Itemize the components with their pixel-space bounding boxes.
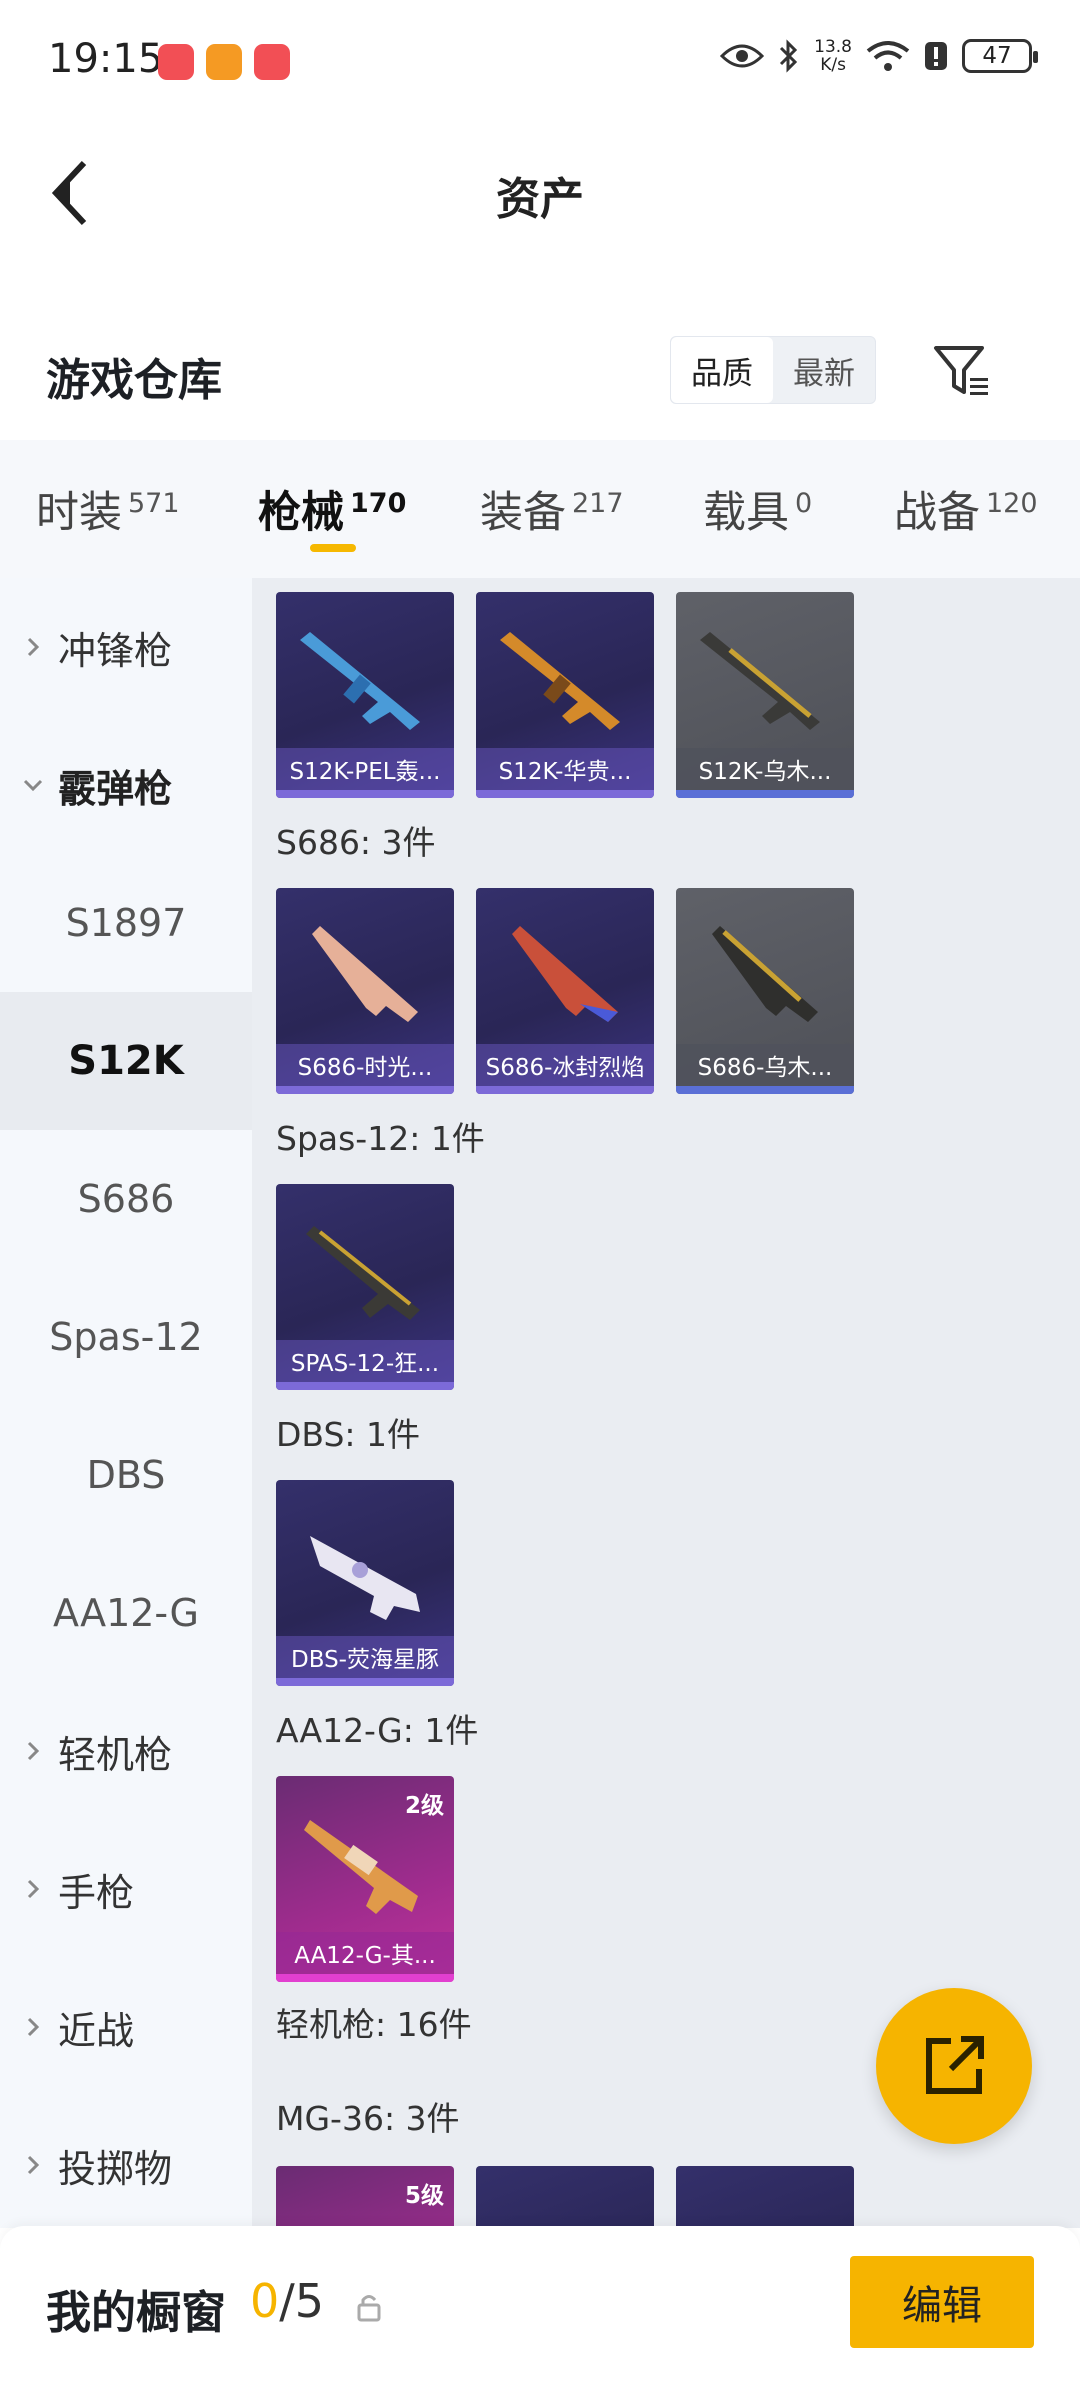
share-icon bbox=[926, 2036, 984, 2094]
sidebar-item-melee[interactable]: 近战 bbox=[0, 1958, 252, 2096]
skin-card[interactable]: 2级 AA12-G-其... bbox=[276, 1776, 454, 1982]
rarity-strip bbox=[476, 1086, 654, 1094]
alert-icon bbox=[925, 42, 947, 70]
chevron-right-icon bbox=[27, 1879, 40, 1899]
skin-card[interactable] bbox=[476, 2166, 654, 2228]
section-header: S686: 3件 bbox=[276, 823, 436, 862]
rarity-strip bbox=[276, 1086, 454, 1094]
skin-card[interactable]: SPAS-12-狂... bbox=[276, 1184, 454, 1390]
chevron-down-icon bbox=[23, 779, 43, 792]
rarity-strip bbox=[476, 790, 654, 798]
tab-supplies[interactable]: 战备 120 bbox=[894, 478, 1038, 540]
chevron-right-icon bbox=[27, 2155, 40, 2175]
rarity-strip bbox=[676, 1086, 854, 1094]
page-title: 资产 bbox=[496, 174, 584, 225]
skin-card[interactable]: 5级 bbox=[276, 2166, 454, 2228]
rifle-icon bbox=[700, 632, 820, 730]
warehouse-header: 游戏仓库 品质 最新 bbox=[0, 320, 1080, 440]
section-header: DBS: 1件 bbox=[276, 1415, 421, 1454]
section-header: MG-36: 3件 bbox=[276, 2099, 460, 2138]
edit-button[interactable]: 编辑 bbox=[850, 2256, 1034, 2348]
chevron-right-icon bbox=[27, 1741, 40, 1761]
game-notification-icon bbox=[206, 44, 242, 80]
skin-card[interactable]: S686-冰封烈焰 bbox=[476, 888, 654, 1094]
chevron-right-icon bbox=[27, 637, 40, 657]
sidebar-item-s12k[interactable]: S12K bbox=[0, 992, 252, 1130]
showcase-title: 我的橱窗 bbox=[46, 2286, 227, 2339]
showcase-count: 0/5 bbox=[250, 2274, 325, 2328]
status-time: 19:15 bbox=[48, 36, 164, 82]
category-tabs: 时装 571 枪械 170 装备 217 载具 0 战备 120 bbox=[0, 440, 1080, 578]
shotgun-icon bbox=[312, 926, 418, 1022]
weapon-skin-list: S12K-PEL轰... S12K-华贵... S12K-乌木... S686:… bbox=[252, 578, 1080, 2228]
tab-equipment[interactable]: 装备 217 bbox=[480, 478, 624, 540]
sidebar-item-spas12[interactable]: Spas-12 bbox=[0, 1268, 252, 1406]
section-header: AA12-G: 1件 bbox=[276, 1711, 479, 1750]
status-bar: 19:15 13.8 K/s 47 bbox=[0, 0, 1080, 125]
shotgun-icon bbox=[712, 926, 818, 1022]
rarity-strip bbox=[676, 790, 854, 798]
sort-quality-button[interactable]: 品质 bbox=[671, 337, 773, 403]
eye-icon bbox=[720, 44, 765, 68]
chevron-right-icon bbox=[27, 2017, 40, 2037]
battery-indicator: 47 bbox=[962, 39, 1038, 73]
weapon-category-sidebar: 冲锋枪 霰弹枪 S1897 S12K S686 Spas-12 DBS AA12… bbox=[0, 578, 252, 2228]
bluetooth-icon bbox=[780, 39, 798, 73]
skin-card[interactable]: S12K-乌木... bbox=[676, 592, 854, 798]
app-header: 资产 bbox=[0, 125, 1080, 255]
shotgun-icon bbox=[304, 1820, 418, 1914]
rarity-strip bbox=[276, 1974, 454, 1982]
showcase-bar: 我的橱窗 0/5 编辑 bbox=[0, 2226, 1080, 2382]
shotgun-icon bbox=[512, 926, 618, 1022]
sidebar-item-s686[interactable]: S686 bbox=[0, 1130, 252, 1268]
app-notification-icon bbox=[158, 44, 194, 80]
tab-firearms[interactable]: 枪械 170 bbox=[258, 478, 406, 540]
sort-newest-button[interactable]: 最新 bbox=[773, 337, 875, 403]
status-right: 13.8 K/s 47 bbox=[720, 37, 1038, 75]
wifi-icon bbox=[866, 41, 910, 71]
active-tab-indicator bbox=[310, 544, 356, 552]
sidebar-item-shotgun[interactable]: 霰弹枪 bbox=[0, 716, 252, 854]
skin-card[interactable]: S686-乌木... bbox=[676, 888, 854, 1094]
skin-card[interactable] bbox=[676, 2166, 854, 2228]
rarity-strip bbox=[276, 1678, 454, 1686]
sidebar-item-aa12g[interactable]: AA12-G bbox=[0, 1544, 252, 1682]
app-notification-icon bbox=[254, 44, 290, 80]
sidebar-item-s1897[interactable]: S1897 bbox=[0, 854, 252, 992]
skin-card[interactable]: S12K-华贵... bbox=[476, 592, 654, 798]
sidebar-item-dbs[interactable]: DBS bbox=[0, 1406, 252, 1544]
rarity-strip bbox=[276, 790, 454, 798]
lock-icon bbox=[357, 2295, 381, 2322]
tab-vehicles[interactable]: 载具 0 bbox=[703, 478, 812, 540]
filter-icon[interactable] bbox=[930, 340, 992, 402]
network-speed: 13.8 K/s bbox=[814, 37, 852, 75]
skin-card[interactable]: DBS-荧海星豚 bbox=[276, 1480, 454, 1686]
shotgun-icon bbox=[310, 1536, 420, 1620]
rarity-strip bbox=[276, 1382, 454, 1390]
tab-fashion[interactable]: 时装 571 bbox=[36, 478, 180, 540]
warehouse-title: 游戏仓库 bbox=[46, 355, 222, 406]
skin-card[interactable]: S686-时光... bbox=[276, 888, 454, 1094]
status-app-icons bbox=[158, 44, 290, 80]
section-header: 轻机枪: 16件 bbox=[276, 2005, 472, 2044]
sidebar-item-lmg[interactable]: 轻机枪 bbox=[0, 1682, 252, 1820]
sidebar-item-throwable[interactable]: 投掷物 bbox=[0, 2096, 252, 2234]
shotgun-icon bbox=[306, 1226, 420, 1320]
skin-card[interactable]: S12K-PEL轰... bbox=[276, 592, 454, 798]
rifle-icon bbox=[500, 632, 620, 730]
level-badge: 5级 bbox=[404, 2183, 444, 2209]
sidebar-item-smg[interactable]: 冲锋枪 bbox=[0, 578, 252, 716]
rifle-icon bbox=[300, 632, 420, 730]
section-header: Spas-12: 1件 bbox=[276, 1119, 485, 1158]
sort-segmented-control: 品质 最新 bbox=[670, 336, 876, 404]
share-button[interactable] bbox=[876, 1988, 1032, 2144]
sidebar-item-pistol[interactable]: 手枪 bbox=[0, 1820, 252, 1958]
